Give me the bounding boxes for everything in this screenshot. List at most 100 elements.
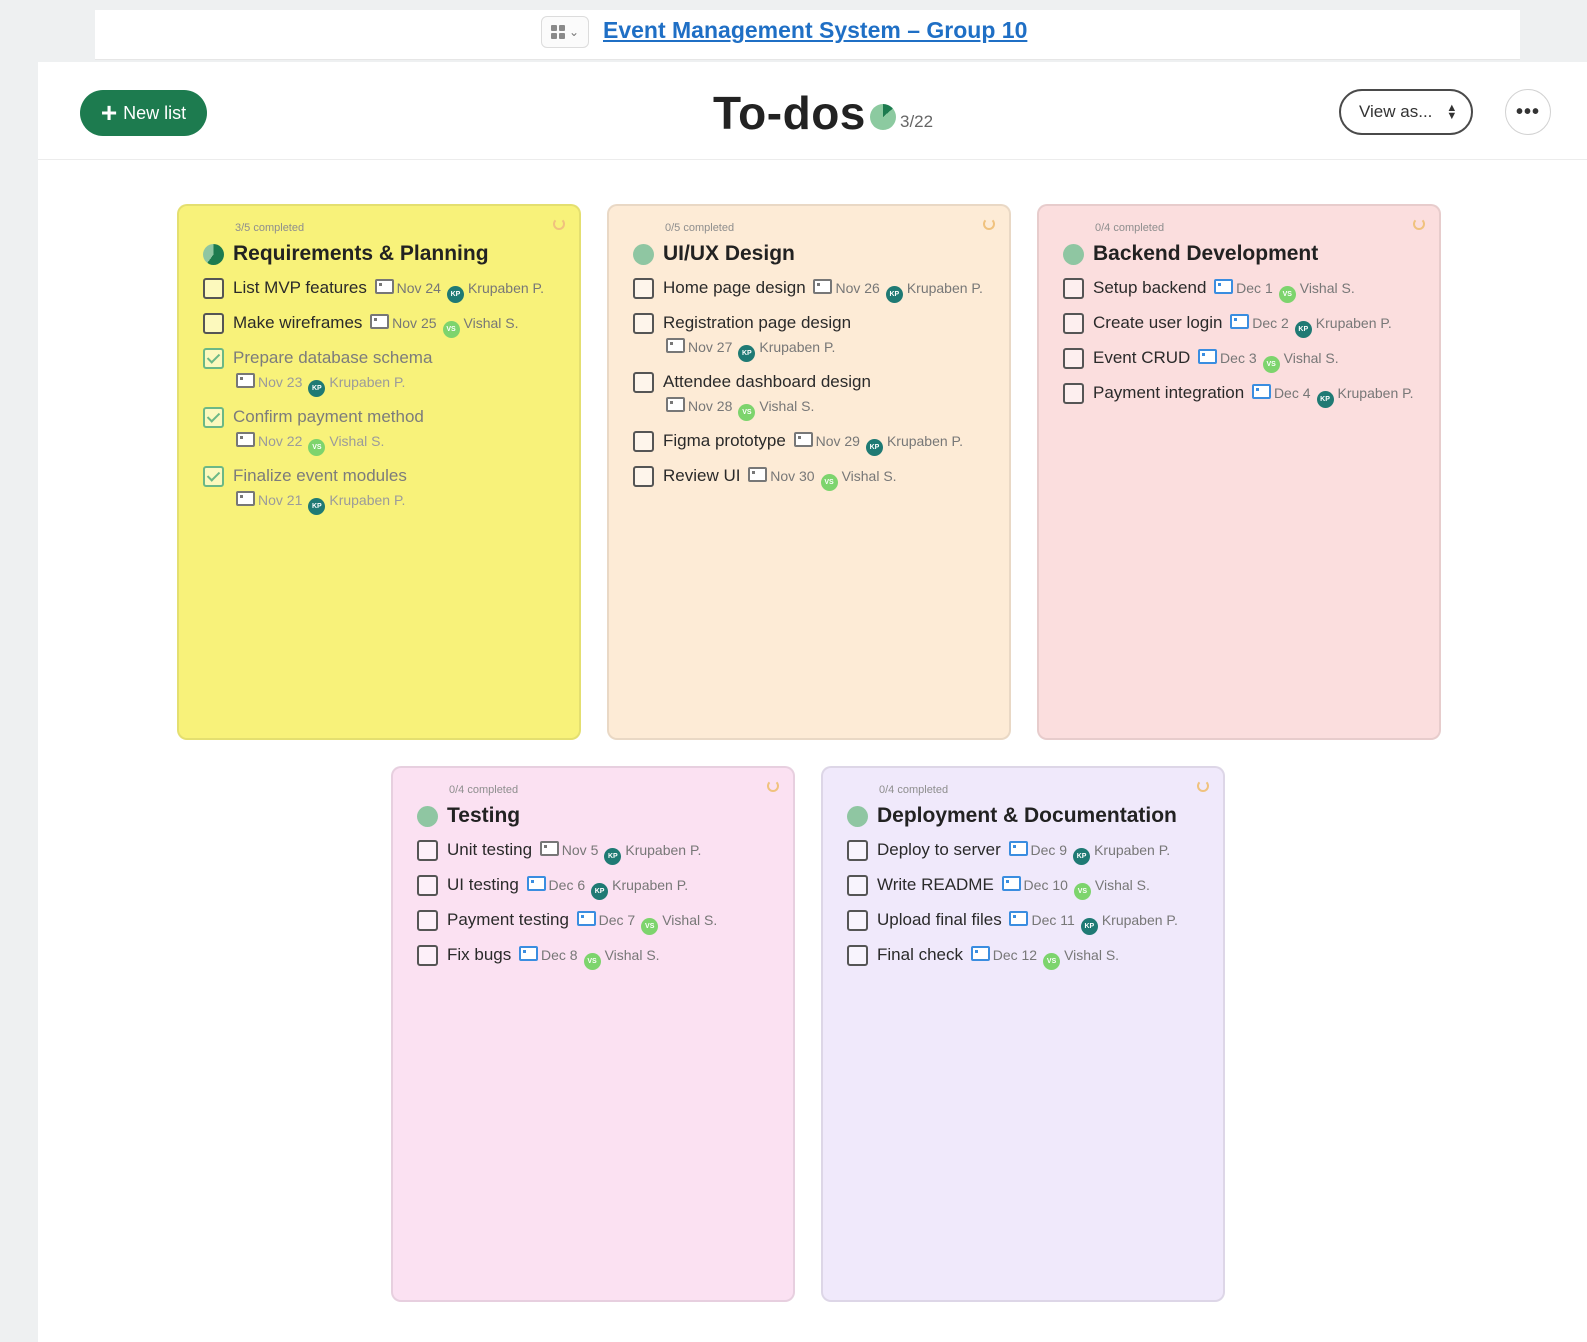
- list-completed-count: 0/4 completed: [449, 784, 519, 796]
- todo-due-date: Nov 27: [688, 339, 733, 355]
- todo-item: Figma prototype Nov 29 KP Krupaben P.: [633, 429, 985, 456]
- todo-checkbox[interactable]: [1063, 278, 1084, 299]
- todo-item-title-link[interactable]: Attendee dashboard design: [663, 372, 871, 391]
- list-title-link[interactable]: Testing: [447, 804, 520, 828]
- todo-checkbox[interactable]: [417, 910, 438, 931]
- todo-checkbox[interactable]: [417, 945, 438, 966]
- todo-item-title-link[interactable]: Payment integration: [1093, 383, 1244, 402]
- todo-item-title-link[interactable]: Fix bugs: [447, 945, 511, 964]
- todo-item-title-link[interactable]: Finalize event modules: [233, 466, 407, 485]
- project-switcher-button[interactable]: ⌄: [541, 16, 589, 48]
- todo-due-date: Dec 7: [598, 912, 636, 928]
- todo-item-title-link[interactable]: Home page design: [663, 278, 806, 297]
- todo-item-title-link[interactable]: Payment testing: [447, 910, 569, 929]
- list-progress-pie-icon: [417, 805, 438, 827]
- calendar-icon: [1230, 314, 1250, 329]
- todo-item-meta: Dec 1 VS Vishal S.: [1211, 279, 1355, 303]
- list-title-link[interactable]: Deployment & Documentation: [877, 804, 1177, 828]
- todo-checkbox[interactable]: [633, 431, 654, 452]
- todo-item-title-link[interactable]: Confirm payment method: [233, 407, 424, 426]
- todo-list-card[interactable]: 0/4 completed Testing Unit testing Nov 5 KP…: [391, 766, 795, 1302]
- todo-due-date: Dec 6: [548, 877, 586, 893]
- todo-checkbox[interactable]: [847, 945, 868, 966]
- todo-due-date: Dec 10: [1023, 877, 1068, 893]
- todo-checkbox[interactable]: [633, 313, 654, 334]
- todo-item-body: Payment integration Dec 4 KP Krupaben P.: [1093, 381, 1414, 408]
- assignee-avatar: KP: [446, 286, 464, 303]
- list-title-link[interactable]: Requirements & Planning: [233, 242, 489, 266]
- new-list-label: New list: [123, 102, 187, 123]
- assignee-avatar: VS: [738, 404, 756, 421]
- todo-item-title-link[interactable]: Deploy to server: [877, 840, 1001, 859]
- todo-checkbox[interactable]: [633, 372, 654, 393]
- todo-item-body: Make wireframes Nov 25 VS Vishal S.: [233, 311, 519, 338]
- list-title-link[interactable]: Backend Development: [1093, 242, 1318, 266]
- view-as-select[interactable]: View as... ▲ ▼: [1339, 89, 1473, 135]
- list-progress-pie-icon: [203, 243, 224, 265]
- todo-checkbox[interactable]: [847, 840, 868, 861]
- todo-checkbox[interactable]: [847, 875, 868, 896]
- list-completed-count: 3/5 completed: [235, 222, 305, 234]
- todo-assignee: Vishal S.: [604, 947, 660, 963]
- list-title-link[interactable]: UI/UX Design: [663, 242, 795, 266]
- todo-list-card[interactable]: 3/5 completed Requirements & Planning List…: [177, 204, 581, 740]
- todo-checkbox[interactable]: [1063, 383, 1084, 404]
- todo-checkbox[interactable]: [1063, 313, 1084, 334]
- calendar-icon: [1214, 279, 1234, 294]
- assignee-avatar: KP: [308, 380, 326, 397]
- todo-item-title-link[interactable]: Create user login: [1093, 313, 1222, 332]
- list-completed-count: 0/4 completed: [1095, 222, 1165, 234]
- todo-checkbox[interactable]: [203, 348, 224, 369]
- todo-list-card[interactable]: 0/4 completed Backend Development Setup ba…: [1037, 204, 1441, 740]
- todo-item-meta: Nov 28 VS Vishal S.: [663, 397, 814, 421]
- todo-due-date: Nov 30: [770, 468, 815, 484]
- todo-item-title-link[interactable]: Write README: [877, 875, 994, 894]
- todo-checkbox[interactable]: [633, 466, 654, 487]
- todo-item-title-link[interactable]: Upload final files: [877, 910, 1002, 929]
- todo-checkbox[interactable]: [203, 466, 224, 487]
- todo-item-body: UI testing Dec 6 KP Krupaben P.: [447, 873, 688, 900]
- project-bar: ⌄ Event Management System – Group 10: [95, 10, 1520, 60]
- todo-checkbox[interactable]: [203, 313, 224, 334]
- todo-item-title-link[interactable]: Review UI: [663, 466, 740, 485]
- new-list-button[interactable]: + New list: [80, 90, 207, 136]
- todo-item-title-link[interactable]: UI testing: [447, 875, 519, 894]
- todo-item-title-link[interactable]: Make wireframes: [233, 313, 362, 332]
- todo-item-title-link[interactable]: Registration page design: [663, 313, 851, 332]
- todo-checkbox[interactable]: [847, 910, 868, 931]
- todo-item-body: Confirm payment method Nov 22 VS Vishal S.: [233, 405, 555, 456]
- todo-item-title-link[interactable]: Unit testing: [447, 840, 532, 859]
- todo-item-title-link[interactable]: Prepare database schema: [233, 348, 432, 367]
- more-options-button[interactable]: •••: [1505, 89, 1551, 135]
- assignee-avatar: VS: [583, 953, 601, 970]
- todo-item-title-link[interactable]: Setup backend: [1093, 278, 1206, 297]
- calendar-icon: [370, 314, 390, 329]
- calendar-icon: [539, 841, 559, 856]
- todo-item-meta: Nov 23 KP Krupaben P.: [233, 373, 405, 397]
- todo-item-body: Attendee dashboard design Nov 28 VS Vishal…: [663, 370, 985, 421]
- todo-item-body: List MVP features Nov 24 KP Krupaben P.: [233, 276, 544, 303]
- todo-assignee: Krupaben P.: [1315, 315, 1392, 331]
- project-title-link[interactable]: Event Management System – Group 10: [603, 17, 1027, 44]
- todo-checkbox[interactable]: [203, 278, 224, 299]
- calendar-icon: [666, 338, 685, 353]
- todo-checkbox[interactable]: [417, 840, 438, 861]
- loading-spinner-icon: [983, 218, 995, 230]
- todo-item-title-link[interactable]: Figma prototype: [663, 431, 786, 450]
- progress-count: 3/22: [900, 112, 934, 131]
- todo-due-date: Dec 3: [1220, 350, 1257, 366]
- todo-checkbox[interactable]: [1063, 348, 1084, 369]
- todo-list-card[interactable]: 0/4 completed Deployment & Documentation D…: [821, 766, 1225, 1302]
- todo-list-card[interactable]: 0/5 completed UI/UX Design Home page desig…: [607, 204, 1011, 740]
- todo-due-date: Nov 26: [835, 280, 880, 296]
- todo-checkbox[interactable]: [203, 407, 224, 428]
- todo-due-date: Dec 1: [1236, 280, 1273, 296]
- todo-item-meta: Nov 24 KP Krupaben P.: [372, 279, 544, 303]
- calendar-icon: [236, 491, 255, 506]
- todo-item-title-link[interactable]: List MVP features: [233, 278, 367, 297]
- todo-checkbox[interactable]: [417, 875, 438, 896]
- todo-checkbox[interactable]: [633, 278, 654, 299]
- todo-item-body: Review UI Nov 30 VS Vishal S.: [663, 464, 897, 491]
- todo-item-title-link[interactable]: Event CRUD: [1093, 348, 1190, 367]
- todo-item-title-link[interactable]: Final check: [877, 945, 963, 964]
